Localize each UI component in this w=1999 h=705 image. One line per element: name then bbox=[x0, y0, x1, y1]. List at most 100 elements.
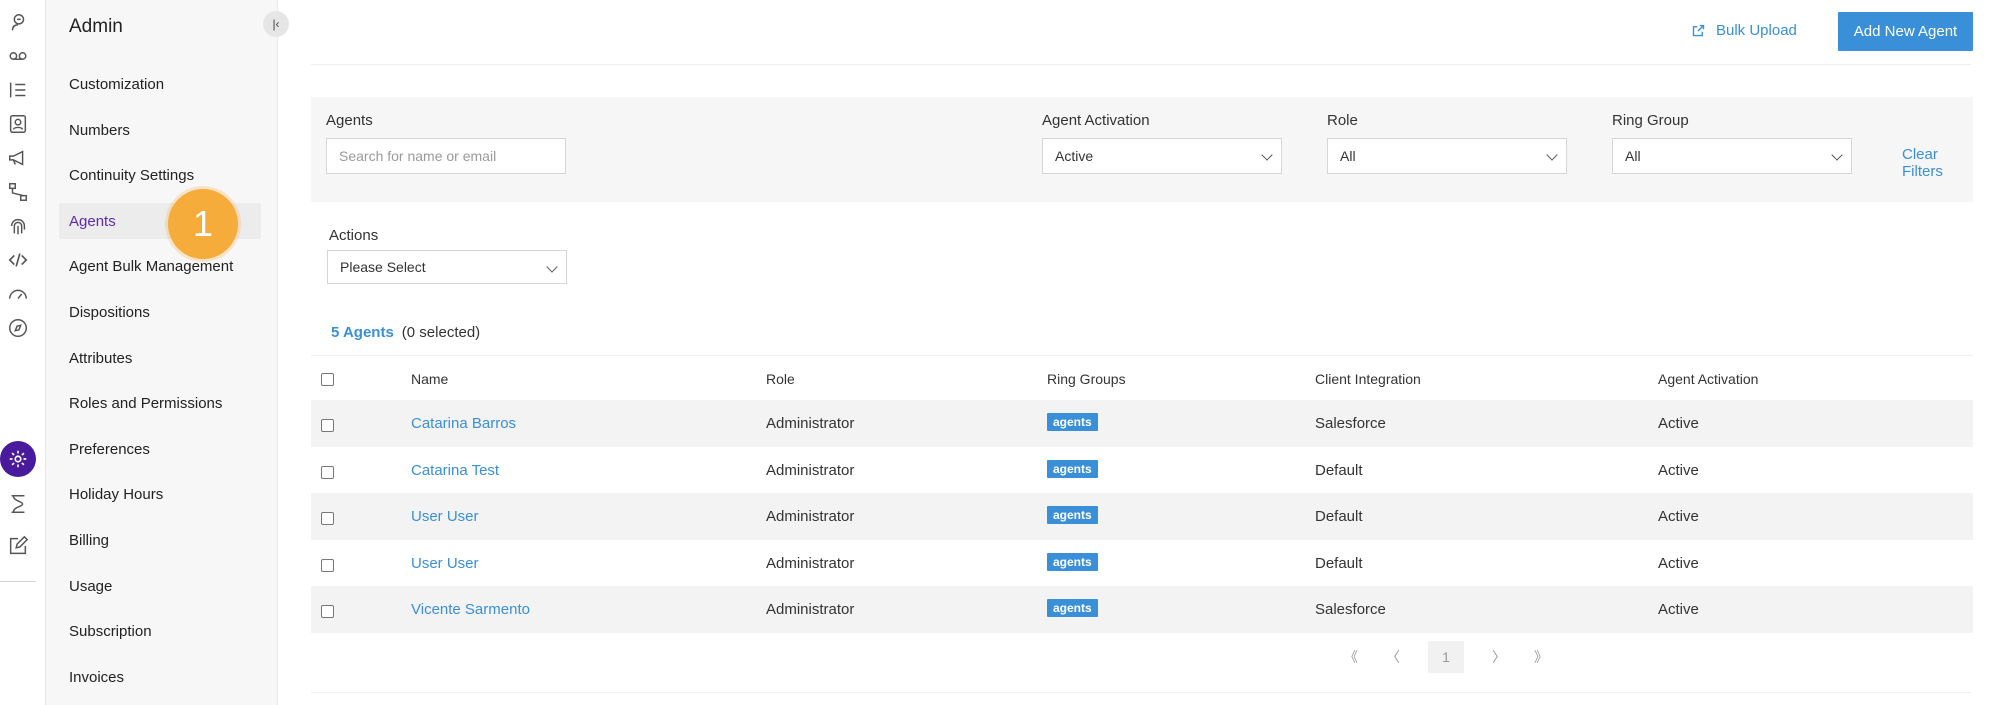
row-checkbox[interactable] bbox=[321, 558, 334, 572]
first-page-button[interactable]: 《 bbox=[1344, 647, 1358, 667]
agent-search-input[interactable]: Search for name or email bbox=[326, 138, 566, 174]
agent-count-number: 5 Agents bbox=[331, 324, 394, 341]
next-page-button[interactable]: 〉 bbox=[1492, 647, 1506, 667]
settings-icon[interactable] bbox=[0, 441, 36, 477]
gauge-icon[interactable] bbox=[5, 281, 31, 307]
sidebar-item-preferences[interactable]: Preferences bbox=[69, 441, 150, 458]
last-page-button[interactable]: 》 bbox=[1534, 647, 1548, 667]
table-row: User User Administrator agents Default A… bbox=[311, 540, 1973, 587]
ring-group-filter-label: Ring Group bbox=[1612, 112, 1689, 129]
sidebar-item-roles-and-permissions[interactable]: Roles and Permissions bbox=[69, 395, 222, 412]
code-icon[interactable] bbox=[5, 247, 31, 273]
compass-icon[interactable] bbox=[5, 315, 31, 341]
ring-group-select-value: All bbox=[1625, 148, 1641, 164]
prev-page-button[interactable]: 〈 bbox=[1386, 647, 1400, 667]
megaphone-icon[interactable] bbox=[5, 145, 31, 171]
agent-role: Administrator bbox=[766, 554, 855, 572]
flow-icon[interactable] bbox=[5, 179, 31, 205]
edit-icon[interactable] bbox=[5, 533, 31, 559]
upload-icon bbox=[1692, 24, 1705, 37]
agent-activation: Active bbox=[1658, 415, 1699, 432]
agent-name-link[interactable]: Vicente Sarmento bbox=[411, 601, 530, 618]
table-row: User User Administrator agents Default A… bbox=[311, 493, 1973, 540]
agent-role: Administrator bbox=[766, 601, 855, 618]
agents-table: Name Role Ring Groups Client Integration… bbox=[311, 355, 1973, 633]
row-checkbox[interactable] bbox=[321, 605, 334, 618]
chevron-down-icon bbox=[546, 261, 558, 273]
sidebar-item-customization[interactable]: Customization bbox=[69, 76, 164, 93]
sidebar-item-dispositions[interactable]: Dispositions bbox=[69, 304, 150, 321]
column-header-name[interactable]: Name bbox=[411, 371, 448, 387]
row-checkbox[interactable] bbox=[321, 419, 334, 432]
admin-sidebar: Admin |‹ Customization Numbers Continuit… bbox=[46, 0, 289, 705]
agents-filter-label: Agents bbox=[326, 112, 373, 129]
actions-label: Actions bbox=[329, 227, 379, 244]
column-header-client-integration[interactable]: Client Integration bbox=[1315, 371, 1421, 387]
role-filter-label: Role bbox=[1327, 112, 1358, 129]
icon-rail bbox=[0, 0, 46, 705]
sidebar-item-continuity-settings[interactable]: Continuity Settings bbox=[69, 167, 194, 184]
hourglass-icon[interactable] bbox=[5, 491, 31, 517]
selected-count: (0 selected) bbox=[401, 324, 481, 341]
pagination: 《 〈 1 〉 》 bbox=[1344, 641, 1548, 673]
chevron-down-icon bbox=[1546, 149, 1558, 161]
sidebar-item-billing[interactable]: Billing bbox=[69, 532, 109, 549]
header-divider bbox=[311, 64, 1971, 65]
ring-group-tag: agents bbox=[1047, 506, 1098, 524]
add-new-agent-button[interactable]: Add New Agent bbox=[1838, 12, 1973, 51]
sidebar-item-attributes[interactable]: Attributes bbox=[69, 350, 132, 367]
agent-role: Administrator bbox=[766, 508, 855, 525]
client-integration: Default bbox=[1315, 508, 1363, 525]
row-checkbox[interactable] bbox=[321, 465, 334, 479]
agent-name-link[interactable]: User User bbox=[411, 508, 479, 525]
agent-role: Administrator bbox=[766, 415, 855, 432]
client-integration: Salesforce bbox=[1315, 601, 1386, 618]
column-header-agent-activation[interactable]: Agent Activation bbox=[1658, 371, 1758, 387]
table-header: Name Role Ring Groups Client Integration… bbox=[311, 355, 1973, 400]
sidebar-item-holiday-hours[interactable]: Holiday Hours bbox=[69, 486, 163, 503]
role-select-value: All bbox=[1340, 148, 1356, 164]
column-header-role[interactable]: Role bbox=[766, 371, 795, 387]
agent-activation: Active bbox=[1658, 461, 1699, 479]
table-row: Vicente Sarmento Administrator agents Sa… bbox=[311, 586, 1973, 633]
actions-select[interactable]: Please Select bbox=[327, 250, 567, 284]
sidebar-item-usage[interactable]: Usage bbox=[69, 578, 112, 595]
agent-icon[interactable] bbox=[5, 10, 31, 36]
agent-name-link[interactable]: Catarina Barros bbox=[411, 415, 516, 432]
ring-group-tag: agents bbox=[1047, 459, 1098, 478]
list-icon[interactable] bbox=[5, 77, 31, 103]
sidebar-item-agent-bulk-management[interactable]: Agent Bulk Management bbox=[69, 258, 233, 275]
clear-filters-link[interactable]: Clear Filters bbox=[1902, 146, 1973, 180]
agent-name-link[interactable]: User User bbox=[411, 555, 479, 572]
activation-select[interactable]: Active bbox=[1042, 138, 1282, 174]
step-badge: 1 bbox=[168, 189, 238, 259]
row-checkbox[interactable] bbox=[321, 512, 334, 525]
sidebar-title: Admin bbox=[69, 16, 123, 37]
agent-name-link[interactable]: Catarina Test bbox=[411, 462, 499, 479]
column-header-ring-groups[interactable]: Ring Groups bbox=[1047, 371, 1126, 387]
client-integration: Default bbox=[1315, 461, 1363, 479]
activation-select-value: Active bbox=[1055, 148, 1094, 164]
agent-activation: Active bbox=[1658, 554, 1699, 572]
fingerprint-icon[interactable] bbox=[5, 213, 31, 239]
rail-divider bbox=[0, 581, 36, 582]
sidebar-item-numbers[interactable]: Numbers bbox=[69, 122, 130, 139]
sidebar-item-agents[interactable]: Agents bbox=[69, 213, 116, 230]
agent-activation: Active bbox=[1658, 508, 1699, 525]
select-all-checkbox[interactable] bbox=[321, 373, 334, 386]
role-select[interactable]: All bbox=[1327, 138, 1567, 174]
bulk-upload-label: Bulk Upload bbox=[1716, 22, 1797, 39]
voicemail-icon[interactable] bbox=[5, 43, 31, 69]
sidebar-item-subscription[interactable]: Subscription bbox=[69, 623, 152, 640]
ring-group-select[interactable]: All bbox=[1612, 138, 1852, 174]
agent-count: 5 Agents (0 selected) bbox=[331, 324, 480, 341]
activation-filter-label: Agent Activation bbox=[1042, 112, 1150, 129]
bulk-upload-button[interactable]: Bulk Upload bbox=[1691, 22, 1797, 39]
contacts-icon[interactable] bbox=[5, 111, 31, 137]
ring-group-tag: agents bbox=[1047, 552, 1098, 571]
sidebar-item-invoices[interactable]: Invoices bbox=[69, 669, 124, 686]
actions-select-value: Please Select bbox=[340, 259, 426, 275]
footer-divider bbox=[311, 692, 1971, 693]
page-number-button[interactable]: 1 bbox=[1428, 641, 1464, 673]
client-integration: Salesforce bbox=[1315, 415, 1386, 432]
